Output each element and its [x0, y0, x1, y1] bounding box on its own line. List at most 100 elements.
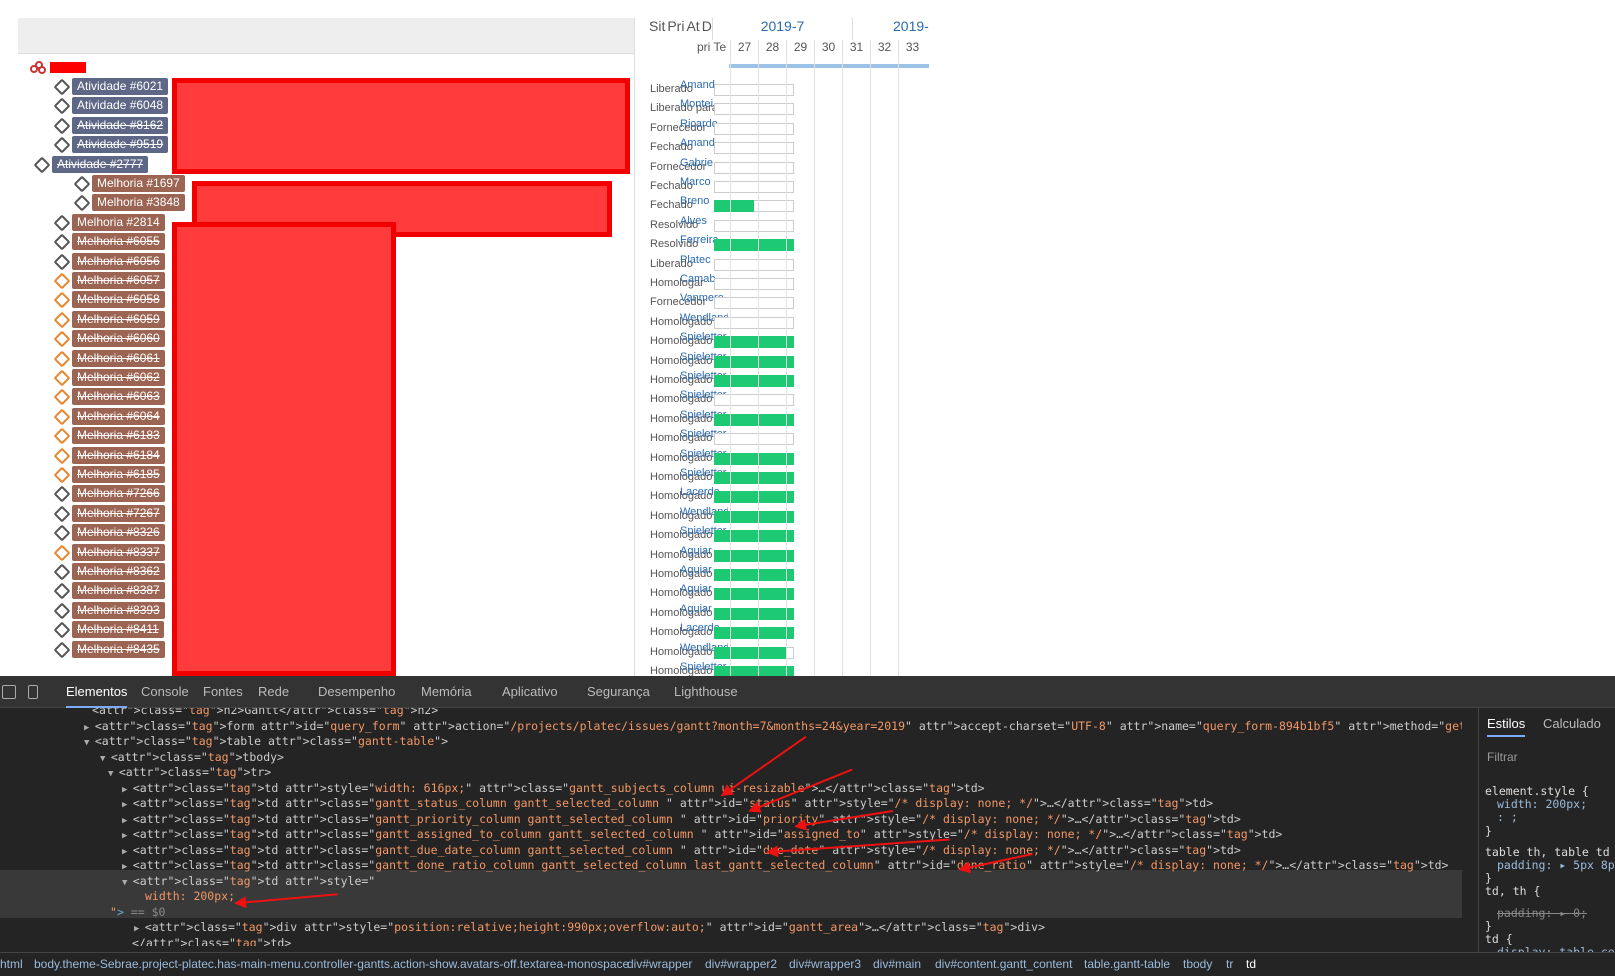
computed-tab[interactable]: Calculado [1543, 716, 1601, 731]
gantt-done-bar[interactable] [714, 588, 794, 601]
gantt-task-box[interactable] [714, 394, 794, 407]
issue-link[interactable]: Melhoria #6062 [72, 369, 165, 386]
gantt-col-header[interactable]: Pri [667, 18, 684, 34]
gantt-task-box[interactable] [714, 122, 794, 135]
breadcrumb-item[interactable]: div#content.gantt_content [935, 957, 1072, 971]
gantt-col-header[interactable]: At [686, 18, 699, 34]
dom-node[interactable]: width: 200px; [145, 888, 235, 904]
elements-tree[interactable]: <attr">class="tag">h2>Gantt</attr">class… [0, 708, 1462, 946]
gantt-done-bar[interactable] [714, 452, 794, 465]
breadcrumb-item[interactable]: div#wrapper3 [789, 957, 861, 971]
gantt-task-box[interactable] [714, 433, 794, 446]
issue-link[interactable]: Melhoria #6055 [72, 233, 165, 251]
issue-link[interactable]: Melhoria #6064 [72, 407, 165, 425]
dom-node[interactable]: ▼ <attr">class="tag">table attr">class="… [84, 733, 448, 749]
dom-node[interactable]: <attr">class="tag">h2>Gantt</attr">class… [92, 708, 438, 718]
devtools-tab-lighthouse[interactable]: Lighthouse [674, 676, 738, 708]
gantt-done-bar[interactable] [714, 375, 794, 387]
dom-node[interactable]: </attr">class="tag">td> [132, 935, 291, 947]
issue-link[interactable]: Melhoria #8393 [72, 601, 165, 619]
issue-link[interactable]: Melhoria #6184 [72, 446, 165, 464]
issue-link[interactable]: Melhoria #8435 [72, 640, 165, 658]
dom-node[interactable]: ▼ <attr">class="tag">tr> [108, 764, 271, 780]
dom-node[interactable]: ▼ <attr">class="tag">tbody> [100, 749, 284, 765]
dom-node[interactable]: ▼ <attr">class="tag">td attr">style=" [122, 873, 375, 889]
breadcrumb-item[interactable]: td [1246, 957, 1256, 971]
dom-node[interactable]: ▶ <attr">class="tag">td attr">class="gan… [122, 795, 1213, 811]
gantt-task-box[interactable] [714, 181, 794, 193]
issue-link[interactable]: Melhoria #3848 [92, 194, 185, 212]
dom-node[interactable]: ▶ <attr">class="tag">td attr">class="gan… [122, 857, 1448, 873]
issue-link[interactable]: Melhoria #2814 [72, 213, 165, 231]
gantt-done-bar[interactable] [714, 239, 794, 252]
gantt-done-bar[interactable] [714, 355, 794, 368]
gantt-done-bar[interactable] [714, 413, 794, 426]
gantt-done-bar[interactable] [714, 472, 794, 484]
breadcrumb-item[interactable]: div#wrapper [627, 957, 692, 971]
issue-link[interactable]: Melhoria #8362 [72, 563, 165, 580]
devtools-tab-fontes[interactable]: Fontes [203, 676, 243, 708]
dom-node[interactable]: ▶ <attr">class="tag">td attr">class="gan… [122, 826, 1282, 842]
issue-link[interactable]: Atividade #8162 [72, 116, 169, 134]
gantt-col-header[interactable]: Sit [649, 18, 665, 34]
issue-link[interactable]: Melhoria #6185 [72, 466, 165, 483]
devtools-tab-aplicativo[interactable]: Aplicativo [502, 676, 558, 708]
styles-tab[interactable]: Estilos [1487, 716, 1526, 737]
gantt-task-box[interactable] [714, 258, 794, 271]
issue-link[interactable]: Melhoria #1697 [92, 175, 185, 192]
gantt-done-bar[interactable] [714, 336, 794, 349]
devtools-tab-segurança[interactable]: Segurança [587, 676, 650, 708]
breadcrumb-item[interactable]: table.gantt-table [1084, 957, 1170, 971]
issue-link[interactable]: Melhoria #6057 [72, 272, 165, 289]
gantt-done-bar[interactable] [714, 549, 794, 562]
issue-link[interactable]: Melhoria #7267 [72, 504, 165, 522]
gantt-done-bar[interactable] [714, 200, 754, 213]
gantt-done-bar[interactable] [714, 491, 794, 504]
issue-link[interactable]: Melhoria #6060 [72, 330, 165, 348]
gantt-done-bar[interactable] [714, 510, 794, 523]
issue-link[interactable]: Atividade #9519 [72, 136, 169, 154]
breadcrumb-item[interactable]: body.theme-Sebrae.project-platec.has-mai… [34, 957, 629, 971]
issue-link[interactable]: Atividade #6048 [72, 97, 169, 115]
gantt-task-box[interactable] [714, 297, 794, 310]
gantt-done-bar[interactable] [714, 666, 794, 676]
dom-node[interactable]: ▶ <attr">class="tag">form attr">id="quer… [84, 718, 1462, 734]
device-toolbar-icon[interactable] [28, 685, 38, 699]
styles-filter-input[interactable]: Filtrar [1487, 750, 1518, 764]
issue-link[interactable]: Melhoria #6058 [72, 291, 165, 309]
issue-link[interactable]: Melhoria #8387 [72, 582, 165, 600]
issue-link[interactable]: Melhoria #6059 [72, 310, 165, 328]
issue-link[interactable]: Melhoria #8326 [72, 524, 165, 542]
issue-link[interactable]: Melhoria #6061 [72, 349, 165, 367]
devtools-tab-desempenho[interactable]: Desempenho [318, 676, 395, 708]
gantt-task-box[interactable] [714, 219, 794, 232]
gantt-col-header[interactable]: D [702, 18, 712, 34]
issue-link[interactable]: Melhoria #6183 [72, 427, 165, 445]
dom-node[interactable]: ▶ <attr">class="tag">div attr">style="po… [134, 919, 1045, 935]
breadcrumb-item[interactable]: div#main [873, 957, 921, 971]
issue-link[interactable]: Melhoria #8411 [72, 621, 164, 639]
issue-link[interactable]: Atividade #6021 [72, 78, 169, 95]
inspect-element-icon[interactable] [2, 685, 16, 699]
issue-link[interactable]: Melhoria #8337 [72, 543, 165, 561]
gantt-done-bar[interactable] [714, 646, 786, 659]
dom-node[interactable]: ▶ <attr">class="tag">td attr">class="gan… [122, 842, 1241, 858]
gantt-done-bar[interactable] [714, 607, 794, 620]
dom-node[interactable]: "> == $0 [110, 904, 165, 920]
issue-link[interactable]: Melhoria #7266 [72, 485, 165, 503]
issue-link[interactable]: Atividade #2777 [52, 155, 149, 173]
gantt-task-box[interactable] [714, 316, 794, 329]
gantt-done-bar[interactable] [714, 627, 794, 640]
devtools-tab-elementos[interactable]: Elementos [66, 676, 128, 708]
breadcrumb-item[interactable]: tr [1226, 957, 1233, 971]
gantt-task-box[interactable] [714, 161, 794, 174]
column-resize-handle[interactable] [634, 18, 635, 676]
dom-node[interactable]: ▶ <attr">class="tag">td attr">class="gan… [122, 811, 1241, 827]
gantt-done-bar[interactable] [714, 530, 794, 543]
gantt-done-bar[interactable] [714, 569, 794, 581]
devtools-tab-rede[interactable]: Rede [258, 676, 289, 708]
breadcrumb-item[interactable]: tbody [1183, 957, 1212, 971]
breadcrumb-item[interactable]: html [0, 957, 23, 971]
devtools-tab-console[interactable]: Console [141, 676, 189, 708]
breadcrumb-item[interactable]: div#wrapper2 [705, 957, 777, 971]
